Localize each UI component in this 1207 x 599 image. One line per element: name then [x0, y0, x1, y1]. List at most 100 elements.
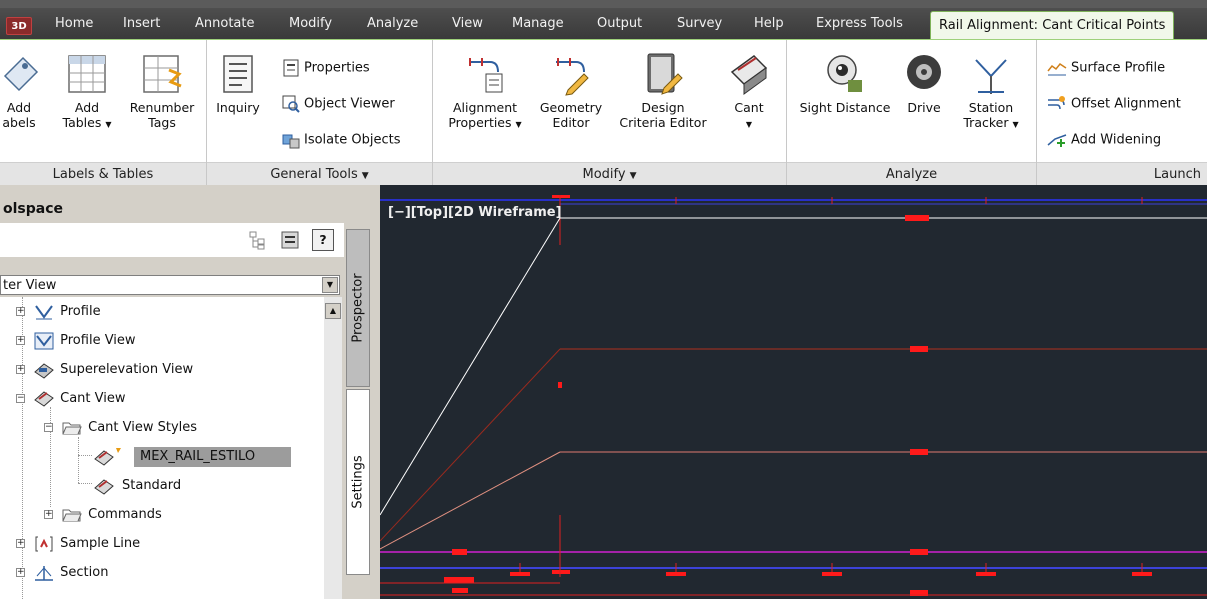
viewport-controls-label[interactable]: [−][Top][2D Wireframe]	[388, 205, 562, 220]
collapse-icon[interactable]: −	[44, 423, 53, 432]
surface-profile-icon	[1047, 62, 1067, 76]
tree-node-superelevation-view[interactable]: + Superelevation View	[16, 359, 193, 381]
tab-analyze[interactable]: Analyze	[367, 16, 418, 31]
panel-modify: Alignment Properties ▼ Geometry Editor Des…	[433, 40, 787, 186]
tree-node-commands[interactable]: + Commands	[44, 504, 162, 526]
alignment-properties-icon	[469, 58, 503, 93]
panel-title-analyze: Analyze	[787, 162, 1036, 186]
add-labels-button[interactable]: Add abels	[0, 52, 44, 130]
app-menu-button[interactable]: 3D	[6, 17, 32, 35]
expand-icon[interactable]: +	[16, 336, 25, 345]
toolspace-panel: olspace ? ter View ▼ + Profile + Profile …	[0, 185, 344, 599]
tree-node-cant-view-styles[interactable]: − Cant View Styles	[44, 417, 197, 439]
collapse-icon[interactable]: −	[16, 394, 25, 403]
chevron-down-icon: ▼	[361, 171, 369, 181]
renumber-tags-button[interactable]: Renumber Tags	[124, 52, 200, 130]
panel-general-tools: Inquiry Properties Object Viewer Isolate…	[207, 40, 433, 186]
scroll-up-icon[interactable]: ▲	[325, 303, 341, 319]
drive-icon	[907, 55, 941, 89]
design-criteria-editor-icon	[647, 53, 683, 95]
tree-node-mex-rail-estilo[interactable]: MEX_RAIL_ESTILO	[94, 446, 292, 468]
sight-distance-button[interactable]: Sight Distance	[789, 52, 901, 115]
sight-distance-icon	[827, 55, 862, 92]
drawing-viewport[interactable]: [−][Top][2D Wireframe]	[380, 185, 1207, 599]
inquiry-icon	[223, 55, 253, 93]
tab-modify[interactable]: Modify	[289, 16, 332, 31]
item-view-icon[interactable]	[280, 230, 300, 250]
isolate-objects-icon	[282, 134, 300, 149]
tab-settings[interactable]: Settings	[346, 389, 370, 575]
alignment-properties-button[interactable]: Alignment Properties ▼	[443, 52, 527, 132]
isolate-objects-button[interactable]: Isolate Objects	[282, 131, 400, 149]
properties-icon	[283, 59, 299, 77]
tab-rail-alignment-cant-critical-points[interactable]: Rail Alignment: Cant Critical Points	[930, 11, 1175, 39]
tree-node-profile-view[interactable]: + Profile View	[16, 330, 136, 352]
superelevation-view-icon	[34, 362, 54, 379]
toolspace-view-select[interactable]: ter View ▼	[0, 275, 340, 295]
tree-node-profile[interactable]: + Profile	[16, 301, 101, 323]
panel-labels-tables: Add abels Add Tables ▼ Renumber Tags Lab…	[0, 40, 207, 186]
expand-icon[interactable]: +	[16, 568, 25, 577]
magenta-marker-right	[910, 549, 928, 555]
cant-line-salmon-ramp	[380, 451, 561, 550]
cant-view-drawing	[380, 195, 1207, 596]
cant-icon	[730, 55, 768, 95]
tab-output[interactable]: Output	[597, 16, 642, 31]
design-criteria-editor-button[interactable]: Design Criteria Editor	[613, 52, 713, 130]
tab-prospector[interactable]: Prospector	[346, 229, 370, 387]
splitter[interactable]	[372, 185, 380, 599]
chevron-down-icon[interactable]: ▼	[322, 277, 338, 293]
add-tables-button[interactable]: Add Tables ▼	[60, 52, 114, 132]
expand-icon[interactable]: +	[16, 539, 25, 548]
panel-title-launch: Launch	[1037, 162, 1207, 186]
object-viewer-button[interactable]: Object Viewer	[282, 95, 395, 113]
station-tracker-icon	[975, 59, 1007, 94]
tab-manage[interactable]: Manage	[512, 16, 564, 31]
tab-insert[interactable]: Insert	[123, 16, 160, 31]
tab-survey[interactable]: Survey	[677, 16, 722, 31]
panel-title-modify[interactable]: Modify ▼	[433, 162, 786, 186]
section-icon	[35, 565, 54, 581]
help-icon[interactable]: ?	[312, 229, 334, 251]
add-widening-button[interactable]: Add Widening	[1047, 131, 1161, 149]
tab-view[interactable]: View	[452, 16, 483, 31]
station-tracker-button[interactable]: Station Tracker ▼	[955, 52, 1027, 132]
civil3d-window: 3D Home Insert Annotate Modify Analyze V…	[0, 0, 1207, 599]
tab-express-tools[interactable]: Express Tools	[816, 16, 903, 31]
darkred-line-marker	[910, 346, 928, 352]
expand-icon[interactable]: +	[16, 365, 25, 374]
inquiry-button[interactable]: Inquiry	[211, 52, 265, 115]
toolspace-side-tabs: Prospector Settings	[344, 185, 372, 599]
tree-node-cant-view[interactable]: − Cant View	[16, 388, 126, 410]
sample-line-icon	[35, 536, 53, 551]
renumber-tags-icon	[143, 55, 182, 93]
tab-annotate[interactable]: Annotate	[195, 16, 254, 31]
style-icon	[94, 478, 114, 495]
geometry-editor-icon	[556, 58, 589, 96]
tab-home[interactable]: Home	[55, 16, 93, 31]
tree-node-sample-line[interactable]: + Sample Line	[16, 533, 140, 555]
surface-profile-button[interactable]: Surface Profile	[1047, 59, 1165, 77]
expand-icon[interactable]: +	[16, 307, 25, 316]
profile-icon	[35, 304, 53, 319]
tab-help[interactable]: Help	[754, 16, 784, 31]
table-icon	[68, 55, 106, 93]
offset-alignment-button[interactable]: Offset Alignment	[1047, 95, 1181, 113]
cant-button[interactable]: Cant ▼	[725, 52, 773, 132]
tree-node-section[interactable]: + Section	[16, 562, 108, 584]
drive-button[interactable]: Drive	[901, 52, 947, 115]
panel-title-general-tools[interactable]: General Tools ▼	[207, 162, 432, 186]
tree-scrollbar[interactable]: ▲	[324, 297, 342, 599]
folder-icon	[62, 422, 82, 434]
add-widening-icon	[1047, 134, 1067, 147]
tree-layout-icon[interactable]	[248, 230, 268, 250]
expand-icon[interactable]: +	[44, 510, 53, 519]
cant-line-darkred-ramp	[380, 348, 561, 542]
top-marker	[552, 195, 570, 198]
geometry-editor-button[interactable]: Geometry Editor	[537, 52, 605, 130]
title-strip	[0, 0, 1207, 8]
properties-button[interactable]: Properties	[282, 59, 370, 77]
object-viewer-icon	[282, 95, 300, 113]
tree-node-standard[interactable]: Standard	[94, 475, 181, 497]
toolspace-title[interactable]: olspace	[0, 197, 344, 223]
